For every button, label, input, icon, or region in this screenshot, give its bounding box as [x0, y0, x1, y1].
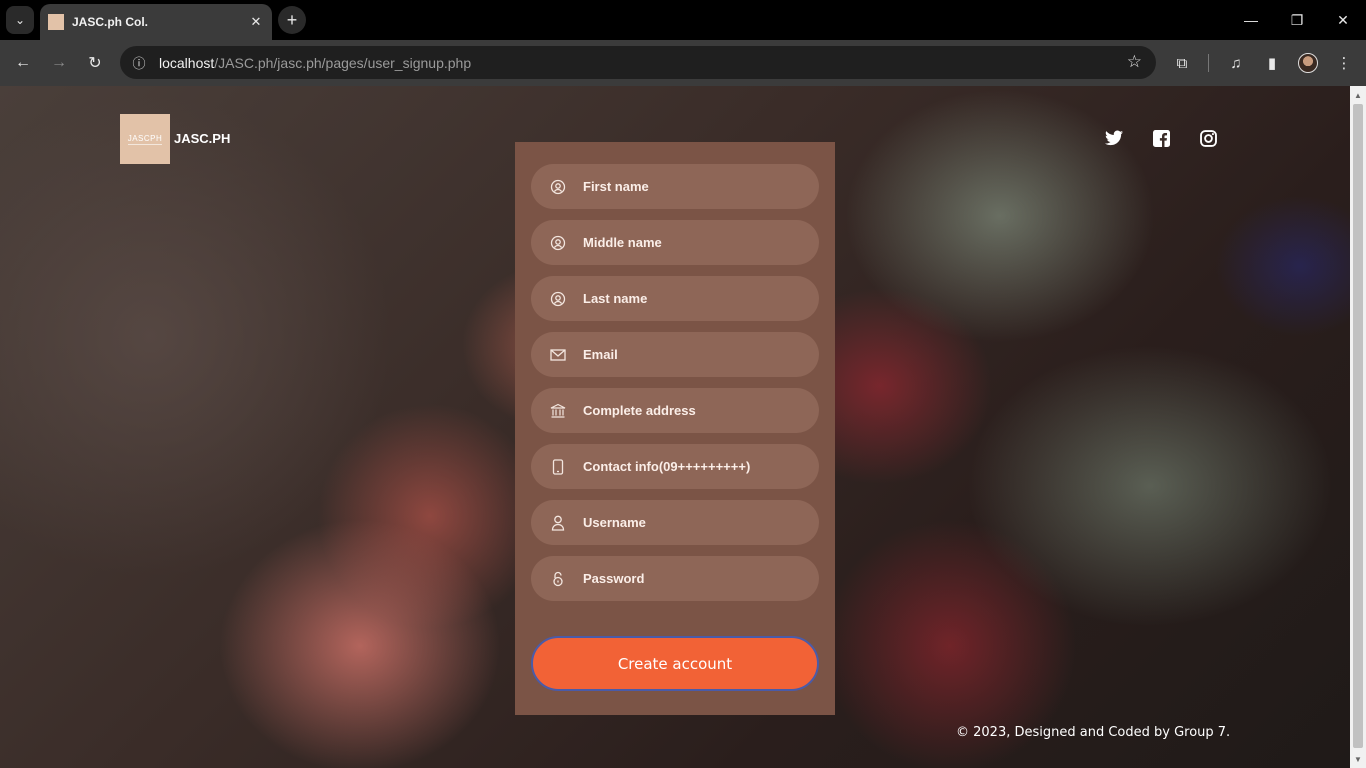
- user-circle-icon: [549, 290, 567, 308]
- person-icon: [549, 514, 567, 532]
- user-circle-icon: [549, 178, 567, 196]
- arrow-left-icon: ←: [15, 54, 31, 71]
- password-field[interactable]: [531, 556, 819, 601]
- logo-text: JASCPH: [127, 133, 163, 145]
- envelope-icon: [549, 346, 567, 364]
- extensions-icon[interactable]: ⧉: [1167, 48, 1197, 78]
- username-field[interactable]: [531, 500, 819, 545]
- user-circle-icon: [549, 234, 567, 252]
- middle-name-input[interactable]: [583, 235, 803, 250]
- signup-form: Create account: [515, 142, 835, 715]
- vertical-scrollbar[interactable]: ▲ ▼: [1350, 86, 1366, 768]
- tab-bar: ⌄ JASC.ph Col. ✕ + — ❐ ✕: [0, 0, 1366, 40]
- arrow-right-icon: →: [51, 54, 67, 71]
- new-tab-button[interactable]: +: [278, 6, 306, 34]
- last-name-input[interactable]: [583, 291, 803, 306]
- middle-name-field[interactable]: [531, 220, 819, 265]
- close-window-button[interactable]: ✕: [1320, 0, 1366, 40]
- scroll-down-icon[interactable]: ▼: [1350, 752, 1366, 766]
- menu-kebab-icon[interactable]: ⋮: [1329, 48, 1359, 78]
- bank-icon: [549, 402, 567, 420]
- instagram-icon[interactable]: [1198, 128, 1218, 148]
- page-viewport: JASCPH JASC.PH First name Middle name La…: [0, 86, 1350, 768]
- url-path: /JASC.ph/jasc.ph/pages/user_signup.php: [214, 54, 472, 71]
- first-name-input[interactable]: [583, 179, 803, 194]
- browser-toolbar: ← → ↻ ⓘ localhost/JASC.ph/jasc.ph/pages/…: [0, 40, 1366, 86]
- media-control-icon[interactable]: ♫: [1221, 48, 1251, 78]
- plus-icon: +: [286, 9, 298, 30]
- url-text[interactable]: localhost/JASC.ph/jasc.ph/pages/user_sig…: [159, 55, 471, 71]
- reload-icon: ↻: [88, 55, 102, 72]
- back-button[interactable]: ←: [8, 48, 38, 78]
- twitter-icon[interactable]: [1104, 128, 1124, 148]
- close-tab-icon[interactable]: ✕: [246, 12, 266, 32]
- address-bar[interactable]: ⓘ localhost/JASC.ph/jasc.ph/pages/user_s…: [120, 46, 1156, 79]
- site-logo[interactable]: JASCPH: [120, 114, 170, 164]
- facebook-icon[interactable]: [1151, 128, 1171, 148]
- password-input[interactable]: [583, 571, 803, 586]
- chevron-down-icon: ⌄: [14, 13, 26, 27]
- last-name-field[interactable]: [531, 276, 819, 321]
- contact-field[interactable]: [531, 444, 819, 489]
- first-name-field[interactable]: [531, 164, 819, 209]
- footer-copyright: © 2023, Designed and Coded by Group 7.: [956, 725, 1231, 740]
- tab-search-button[interactable]: ⌄: [6, 6, 34, 34]
- address-input[interactable]: [583, 403, 803, 418]
- tab-title: JASC.ph Col.: [72, 15, 149, 29]
- minimize-button[interactable]: —: [1228, 0, 1274, 40]
- email-input[interactable]: [583, 347, 803, 362]
- active-tab[interactable]: JASC.ph Col. ✕: [40, 4, 272, 40]
- contact-input[interactable]: [583, 459, 803, 474]
- favicon-icon: [48, 14, 64, 30]
- scroll-thumb[interactable]: [1353, 104, 1363, 748]
- url-host: localhost: [159, 54, 215, 71]
- username-input[interactable]: [583, 515, 803, 530]
- phone-icon: [549, 458, 567, 476]
- bookmark-star-icon[interactable]: ☆: [1127, 52, 1142, 72]
- address-field[interactable]: [531, 388, 819, 433]
- reload-button[interactable]: ↻: [80, 48, 110, 78]
- side-panel-icon[interactable]: ▮: [1257, 48, 1287, 78]
- brand-name[interactable]: JASC.PH: [174, 131, 230, 146]
- toolbar-divider: [1208, 54, 1209, 72]
- site-info-icon[interactable]: ⓘ: [122, 46, 156, 79]
- profile-avatar[interactable]: [1298, 53, 1318, 73]
- scroll-up-icon[interactable]: ▲: [1350, 88, 1366, 102]
- forward-button[interactable]: →: [44, 48, 74, 78]
- restore-button[interactable]: ❐: [1274, 0, 1320, 40]
- email-field[interactable]: [531, 332, 819, 377]
- lock-icon: [549, 570, 567, 588]
- create-account-button[interactable]: Create account: [531, 636, 819, 691]
